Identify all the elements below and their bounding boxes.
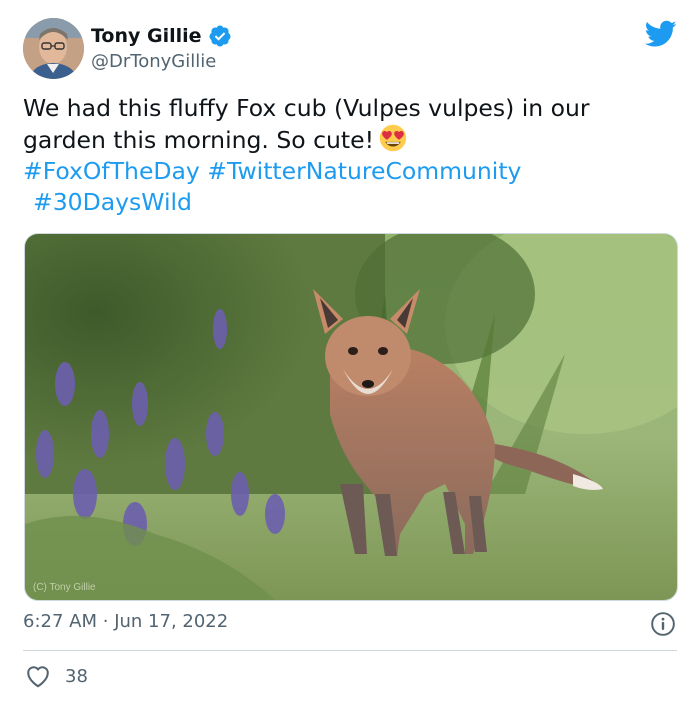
verified-badge-icon bbox=[209, 25, 231, 47]
tweet-card: Tony Gillie @DrTonyGillie We had this fl… bbox=[0, 0, 700, 703]
user-name[interactable]: Tony Gillie bbox=[91, 25, 202, 47]
heart-eyes-emoji-icon bbox=[379, 124, 407, 152]
tweet-text: We had this fluffy Fox cub (Vulpes vulpe… bbox=[23, 93, 663, 218]
info-icon[interactable] bbox=[650, 611, 676, 637]
hashtag-twitternaturecommunity[interactable]: #TwitterNatureCommunity bbox=[207, 157, 521, 185]
tweet-header: Tony Gillie @DrTonyGillie bbox=[23, 18, 677, 80]
photo-watermark: (C) Tony Gillie bbox=[33, 582, 96, 593]
meta-separator: · bbox=[102, 611, 109, 632]
divider bbox=[23, 650, 677, 651]
hashtag-row-2: #30DaysWild bbox=[23, 187, 663, 218]
user-handle[interactable]: @DrTonyGillie bbox=[91, 51, 216, 72]
hashtag-30dayswild[interactable]: #30DaysWild bbox=[33, 188, 192, 216]
tweet-text-line-1: We had this fluffy Fox cub (Vulpes vulpe… bbox=[23, 94, 590, 122]
heart-icon[interactable] bbox=[25, 664, 51, 688]
tweet-timestamp[interactable]: 6:27 AM · Jun 17, 2022 bbox=[23, 611, 228, 632]
tweet-photo[interactable]: (C) Tony Gillie bbox=[24, 233, 678, 601]
hashtag-foxoftheday[interactable]: #FoxOfTheDay bbox=[23, 157, 200, 185]
tweet-date: Jun 17, 2022 bbox=[114, 611, 229, 632]
like-count: 38 bbox=[65, 665, 88, 687]
tweet-text-line-2-content: garden this morning. So cute! bbox=[23, 126, 375, 154]
name-row: Tony Gillie bbox=[91, 24, 232, 48]
tweet-time: 6:27 AM bbox=[23, 611, 97, 632]
fox-cub-photo: (C) Tony Gillie bbox=[25, 234, 677, 600]
tweet-text-line-2: garden this morning. So cute! bbox=[23, 124, 663, 156]
avatar[interactable] bbox=[23, 18, 84, 79]
hashtag-row: #FoxOfTheDay #TwitterNatureCommunity bbox=[23, 156, 663, 187]
twitter-bird-icon[interactable] bbox=[645, 20, 677, 48]
like-action[interactable]: 38 bbox=[25, 664, 88, 688]
